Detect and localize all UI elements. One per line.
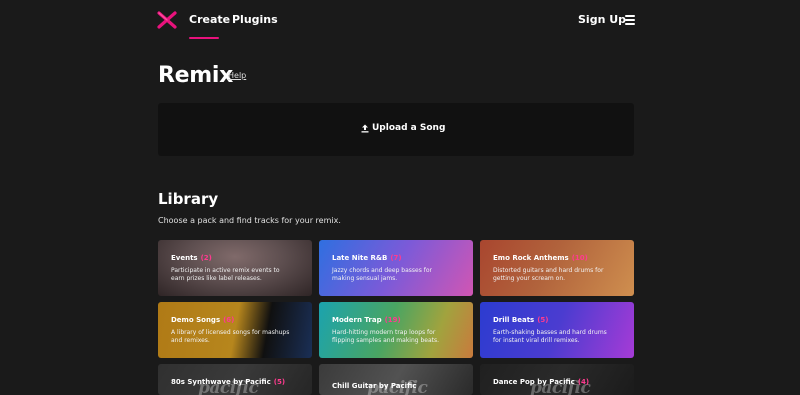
pack-count: (19) xyxy=(384,316,401,324)
upload-button[interactable]: Upload a Song xyxy=(361,123,445,133)
pack-title: Events (2) xyxy=(171,254,212,262)
logo-icon[interactable] xyxy=(157,11,177,29)
pack-count: (5) xyxy=(537,316,549,324)
pack-title: Drill Beats (5) xyxy=(493,316,549,324)
pack-title: Modern Trap (19) xyxy=(332,316,401,324)
pack-description: Participate in active remix events to ea… xyxy=(171,267,280,282)
pack-description: Distorted guitars and hard drums for get… xyxy=(493,267,604,282)
pack-card-late-nite-rnb[interactable]: Late Nite R&B (7) Jazzy chords and deep b… xyxy=(319,240,473,296)
pack-description: Jazzy chords and deep basses for making … xyxy=(332,267,432,282)
library-description: Choose a pack and find tracks for your r… xyxy=(158,216,341,225)
sign-up-button[interactable]: Sign Up xyxy=(578,13,626,26)
pack-title: Dance Pop by Pacific (4) xyxy=(493,378,590,386)
pack-title: Demo Songs (6) xyxy=(171,316,235,324)
pack-card-dance-pop[interactable]: pacific Dance Pop by Pacific (4) xyxy=(480,364,634,395)
pack-card-chill-guitar[interactable]: pacific Chill Guitar by Pacific xyxy=(319,364,473,395)
page-title: Remix xyxy=(158,63,234,88)
pack-title: Late Nite R&B (7) xyxy=(332,254,402,262)
pack-count: (4) xyxy=(577,378,590,386)
nav-create-link[interactable]: Create xyxy=(189,13,230,26)
pack-count: (5) xyxy=(273,378,286,386)
pack-count: (7) xyxy=(390,254,402,262)
pack-card-80s-synthwave[interactable]: pacific 80s Synthwave by Pacific (5) xyxy=(158,364,312,395)
pack-count: (10) xyxy=(571,254,588,262)
nav-active-indicator xyxy=(189,37,219,39)
upload-arrow-icon xyxy=(361,124,369,132)
pack-title: Chill Guitar by Pacific xyxy=(332,382,417,390)
help-link[interactable]: Help xyxy=(228,71,246,80)
pack-title: 80s Synthwave by Pacific (5) xyxy=(171,378,286,386)
pack-card-demo-songs[interactable]: Demo Songs (6) A library of licensed song… xyxy=(158,302,312,358)
pack-title: Emo Rock Anthems (10) xyxy=(493,254,588,262)
pack-count: (6) xyxy=(223,316,235,324)
pack-card-emo-rock-anthems[interactable]: Emo Rock Anthems (10) Distorted guitars a… xyxy=(480,240,634,296)
pack-count: (2) xyxy=(200,254,212,262)
pack-description: A library of licensed songs for mashups … xyxy=(171,329,290,344)
pack-card-modern-trap[interactable]: Modern Trap (19) Hard-hitting modern trap… xyxy=(319,302,473,358)
hamburger-menu-icon[interactable] xyxy=(625,15,635,25)
pack-card-events[interactable]: Events (2) Participate in active remix ev… xyxy=(158,240,312,296)
pack-description: Earth-shaking basses and hard drums for … xyxy=(493,329,607,344)
upload-label: Upload a Song xyxy=(372,123,446,133)
pack-description: Hard-hitting modern trap loops for flipp… xyxy=(332,329,440,344)
nav-plugins-link[interactable]: Plugins xyxy=(232,13,278,26)
pack-card-drill-beats[interactable]: Drill Beats (5) Earth-shaking basses and … xyxy=(480,302,634,358)
top-navbar: Create Plugins Sign Up xyxy=(0,0,800,40)
library-title: Library xyxy=(158,190,219,208)
upload-song-dropzone[interactable]: Upload a Song xyxy=(158,103,634,156)
